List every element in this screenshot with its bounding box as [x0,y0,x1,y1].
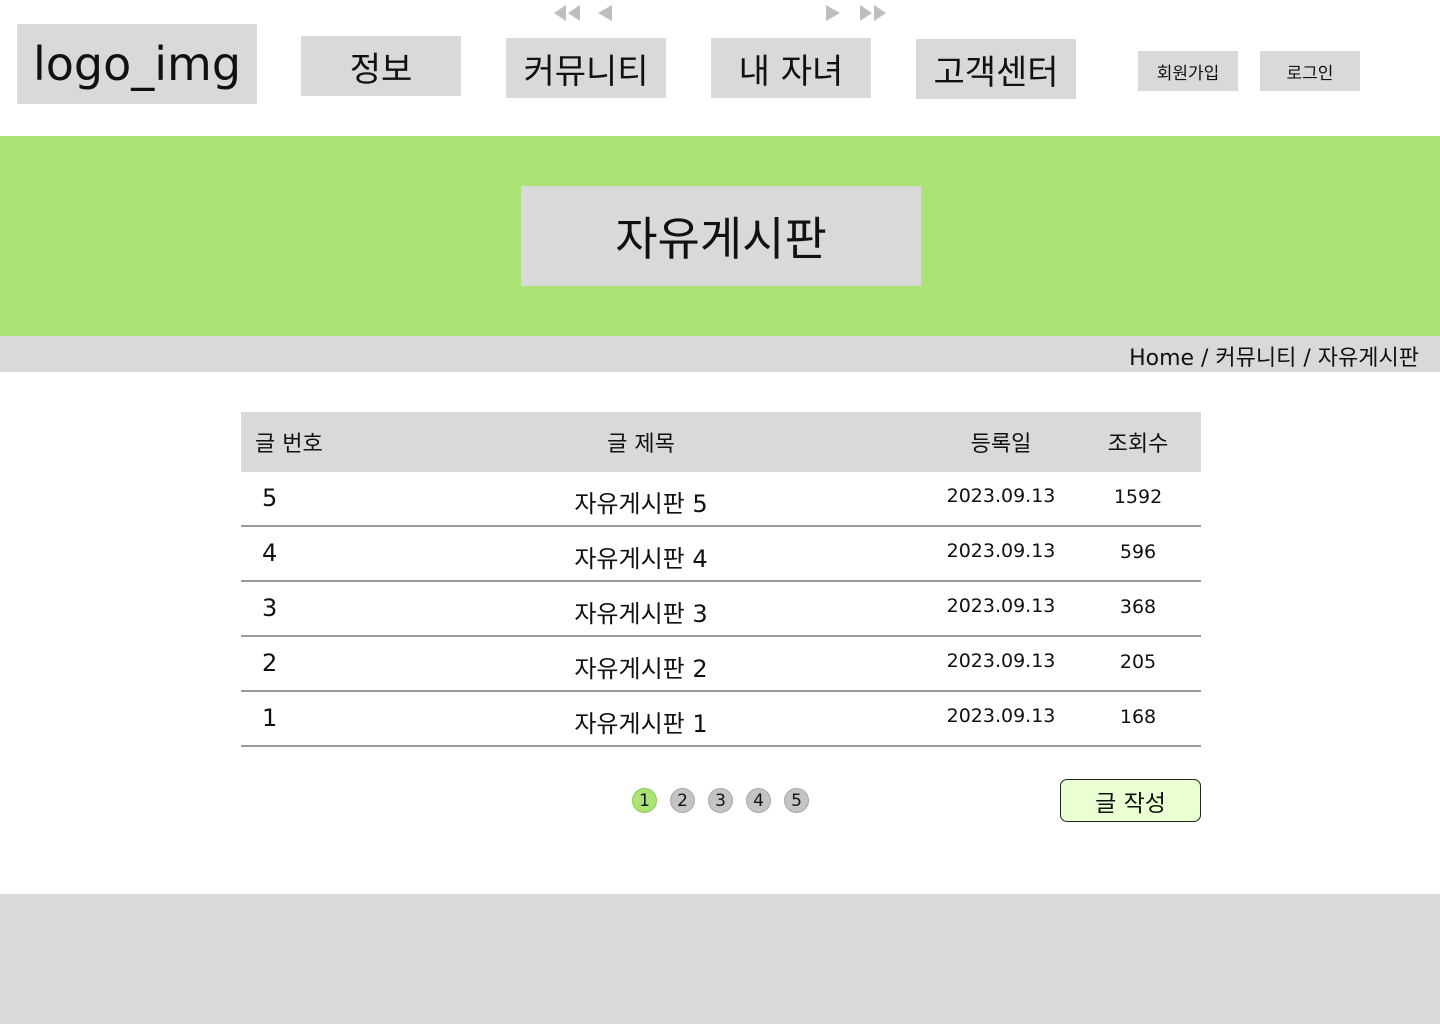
column-header-number: 글 번호 [255,432,323,457]
login-button[interactable]: 로그인 [1260,51,1360,91]
page-5-button[interactable]: 5 [784,788,809,813]
post-title-link[interactable]: 자유게시판 2 [574,649,707,684]
column-header-date: 등록일 [970,432,1032,457]
logo[interactable]: logo_img [17,24,257,104]
table-header: 글 번호 글 제목 등록일 조회수 [241,412,1201,472]
hero-banner: 자유게시판 [0,136,1440,336]
post-date: 2023.09.13 [946,595,1056,617]
post-views: 205 [1119,651,1157,673]
post-views: 1592 [1113,486,1163,508]
post-date: 2023.09.13 [946,540,1056,562]
column-header-views: 조회수 [1107,432,1169,457]
table-row[interactable]: 4 자유게시판 4 2023.09.13 596 [241,527,1201,582]
table-row[interactable]: 1 자유게시판 1 2023.09.13 168 [241,692,1201,747]
post-number: 5 [262,484,278,512]
nav-item-community[interactable]: 커뮤니티 [506,38,666,98]
last-page-icon[interactable] [858,0,888,26]
nav-item-customer-center[interactable]: 고객센터 [916,39,1076,99]
page-2-button[interactable]: 2 [670,788,695,813]
post-title-link[interactable]: 자유게시판 3 [574,594,707,629]
page-4-button[interactable]: 4 [746,788,771,813]
nav-item-my-children[interactable]: 내 자녀 [711,38,871,98]
post-number: 2 [262,649,278,677]
column-header-title: 글 제목 [607,432,675,457]
table-row[interactable]: 3 자유게시판 3 2023.09.13 368 [241,582,1201,637]
page-1-button[interactable]: 1 [632,788,657,813]
post-views: 168 [1119,706,1157,728]
post-title-link[interactable]: 자유게시판 5 [574,484,707,519]
table-row[interactable]: 5 자유게시판 5 2023.09.13 1592 [241,472,1201,527]
post-title-link[interactable]: 자유게시판 4 [574,539,707,574]
breadcrumb-text: Home / 커뮤니티 / 자유게시판 [1129,346,1419,371]
breadcrumb: Home / 커뮤니티 / 자유게시판 [0,336,1440,372]
page-title: 자유게시판 [521,186,921,286]
post-title-link[interactable]: 자유게시판 1 [574,704,707,739]
post-date: 2023.09.13 [946,485,1056,507]
post-views: 368 [1119,596,1157,618]
post-date: 2023.09.13 [946,650,1056,672]
post-views: 596 [1119,541,1157,563]
board-table: 글 번호 글 제목 등록일 조회수 5 자유게시판 5 2023.09.13 1… [241,412,1201,747]
post-number: 3 [262,594,278,622]
write-post-button[interactable]: 글 작성 [1060,779,1201,822]
post-date: 2023.09.13 [946,705,1056,727]
post-number: 1 [262,704,278,732]
next-page-icon[interactable] [824,0,846,26]
footer [0,894,1440,1024]
post-number: 4 [262,539,278,567]
signup-button[interactable]: 회원가입 [1138,51,1238,91]
first-page-icon[interactable] [552,0,582,26]
nav-item-info[interactable]: 정보 [301,36,461,96]
prev-page-icon[interactable] [592,0,614,26]
table-row[interactable]: 2 자유게시판 2 2023.09.13 205 [241,637,1201,692]
page-3-button[interactable]: 3 [708,788,733,813]
